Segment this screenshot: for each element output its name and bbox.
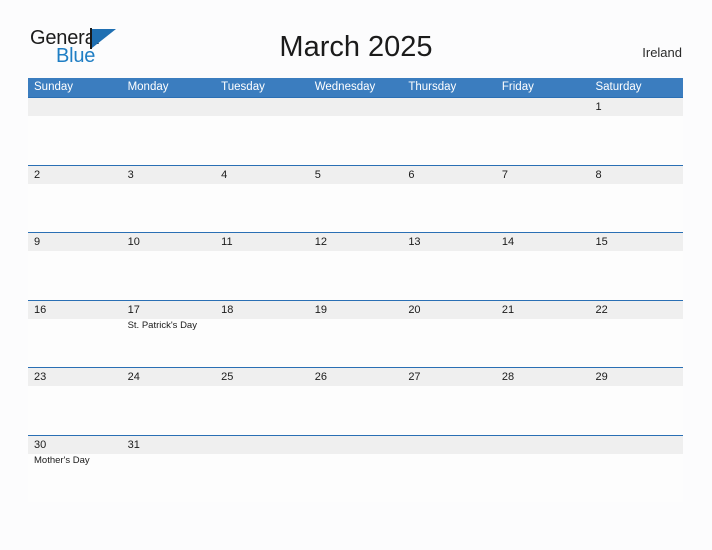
day-header-sunday: Sunday xyxy=(34,81,74,93)
day-cell[interactable]: 21 xyxy=(496,301,590,368)
day-cell[interactable]: 10 xyxy=(122,233,216,300)
page-title: March 2025 xyxy=(279,31,433,63)
day-number: 14 xyxy=(501,236,515,248)
day-cell[interactable] xyxy=(496,98,590,165)
day-event: St. Patrick's Day xyxy=(127,319,197,331)
day-number: 31 xyxy=(127,438,140,451)
day-cell[interactable]: 15 xyxy=(589,233,683,300)
country-label: Ireland xyxy=(642,45,682,60)
day-number: 5 xyxy=(314,168,321,181)
day-number: 28 xyxy=(501,371,515,383)
day-cell[interactable] xyxy=(122,98,216,165)
day-cell-mothers-day[interactable]: 30 Mother's Day xyxy=(28,436,122,503)
day-cell[interactable]: 9 xyxy=(28,233,122,300)
day-number: 11 xyxy=(221,236,233,248)
day-cell[interactable]: 1 xyxy=(589,98,683,165)
week-row: 2 3 4 5 6 7 8 xyxy=(28,164,683,233)
day-cell[interactable] xyxy=(215,98,309,165)
day-number: 8 xyxy=(595,168,602,181)
day-cell[interactable]: 19 xyxy=(309,301,403,368)
calendar-page: General Blue March 2025 Ireland Sunday M… xyxy=(0,0,712,550)
day-cell[interactable] xyxy=(28,98,122,165)
day-number: 10 xyxy=(127,236,140,248)
day-number: 6 xyxy=(408,168,415,181)
week-row: 1 xyxy=(28,97,683,165)
day-number: 23 xyxy=(34,371,47,383)
day-number: 13 xyxy=(408,236,421,248)
day-cell[interactable]: 14 xyxy=(496,233,590,300)
day-cell[interactable]: 4 xyxy=(215,166,309,233)
day-cell[interactable]: 29 xyxy=(589,368,683,435)
day-cell[interactable]: 5 xyxy=(309,166,403,233)
day-header-wednesday: Wednesday xyxy=(314,81,376,93)
day-cell[interactable]: 25 xyxy=(215,368,309,435)
day-cell[interactable]: 16 xyxy=(28,301,122,368)
day-number: 27 xyxy=(408,371,421,383)
day-cell[interactable]: 8 xyxy=(589,166,683,233)
day-cell[interactable]: 3 xyxy=(122,166,216,233)
day-cell[interactable]: 31 xyxy=(122,436,216,503)
week-row: 9 10 11 12 13 14 15 xyxy=(28,232,683,300)
day-number: 3 xyxy=(127,168,134,181)
day-number: 21 xyxy=(501,303,515,316)
day-cell[interactable]: 26 xyxy=(309,368,403,435)
day-cell[interactable]: 22 xyxy=(589,301,683,368)
day-number: 20 xyxy=(408,303,421,316)
day-number: 25 xyxy=(221,371,234,383)
day-number: 16 xyxy=(34,303,47,316)
day-cell[interactable]: 23 xyxy=(28,368,122,435)
week-row: 16 17 St. Patrick's Day 18 19 20 21 22 xyxy=(28,299,683,368)
day-number: 2 xyxy=(34,168,41,181)
day-cell-st-patricks-day[interactable]: 17 St. Patrick's Day xyxy=(122,301,216,368)
week-row: 23 24 25 26 27 28 29 xyxy=(28,367,683,435)
day-cell[interactable]: 20 xyxy=(402,301,496,368)
day-event: Mother's Day xyxy=(34,454,90,466)
day-cell[interactable] xyxy=(496,436,590,503)
day-number: 7 xyxy=(501,168,509,181)
page-header: General Blue March 2025 Ireland xyxy=(0,0,712,76)
day-cell[interactable]: 2 xyxy=(28,166,122,233)
day-cell[interactable]: 12 xyxy=(309,233,403,300)
week-row: 30 Mother's Day 31 xyxy=(28,434,683,503)
day-cell[interactable] xyxy=(309,436,403,503)
day-header-thursday: Thursday xyxy=(408,81,457,93)
day-header-tuesday: Tuesday xyxy=(221,81,265,93)
day-number: 17 xyxy=(127,303,140,316)
day-cell[interactable]: 7 xyxy=(496,166,590,233)
day-number: 1 xyxy=(595,101,602,113)
day-number: 19 xyxy=(314,303,327,316)
day-cell[interactable]: 13 xyxy=(402,233,496,300)
day-cell[interactable]: 18 xyxy=(215,301,309,368)
day-header-saturday: Saturday xyxy=(595,81,642,93)
day-number: 26 xyxy=(314,371,327,383)
day-cell[interactable]: 11 xyxy=(215,233,309,300)
day-number: 24 xyxy=(127,371,140,383)
day-header-monday: Monday xyxy=(127,81,169,93)
day-number: 30 xyxy=(34,438,47,451)
day-cell[interactable] xyxy=(402,98,496,165)
day-cell[interactable] xyxy=(589,436,683,503)
day-cell[interactable] xyxy=(402,436,496,503)
calendar-grid: Sunday Monday Tuesday Wednesday Thursday… xyxy=(28,78,683,502)
day-number: 9 xyxy=(34,236,41,248)
day-number: 4 xyxy=(221,168,228,181)
day-number: 12 xyxy=(314,236,327,248)
day-header-friday: Friday xyxy=(501,81,534,93)
day-cell[interactable]: 24 xyxy=(122,368,216,435)
day-cell[interactable]: 27 xyxy=(402,368,496,435)
day-cell[interactable] xyxy=(215,436,309,503)
day-number: 15 xyxy=(595,236,608,248)
day-number: 22 xyxy=(595,303,608,316)
day-cell[interactable]: 6 xyxy=(402,166,496,233)
day-number: 18 xyxy=(221,303,234,316)
day-of-week-header-row: Sunday Monday Tuesday Wednesday Thursday… xyxy=(28,78,683,97)
day-number: 29 xyxy=(595,371,608,383)
day-cell[interactable]: 28 xyxy=(496,368,590,435)
day-cell[interactable] xyxy=(309,98,403,165)
